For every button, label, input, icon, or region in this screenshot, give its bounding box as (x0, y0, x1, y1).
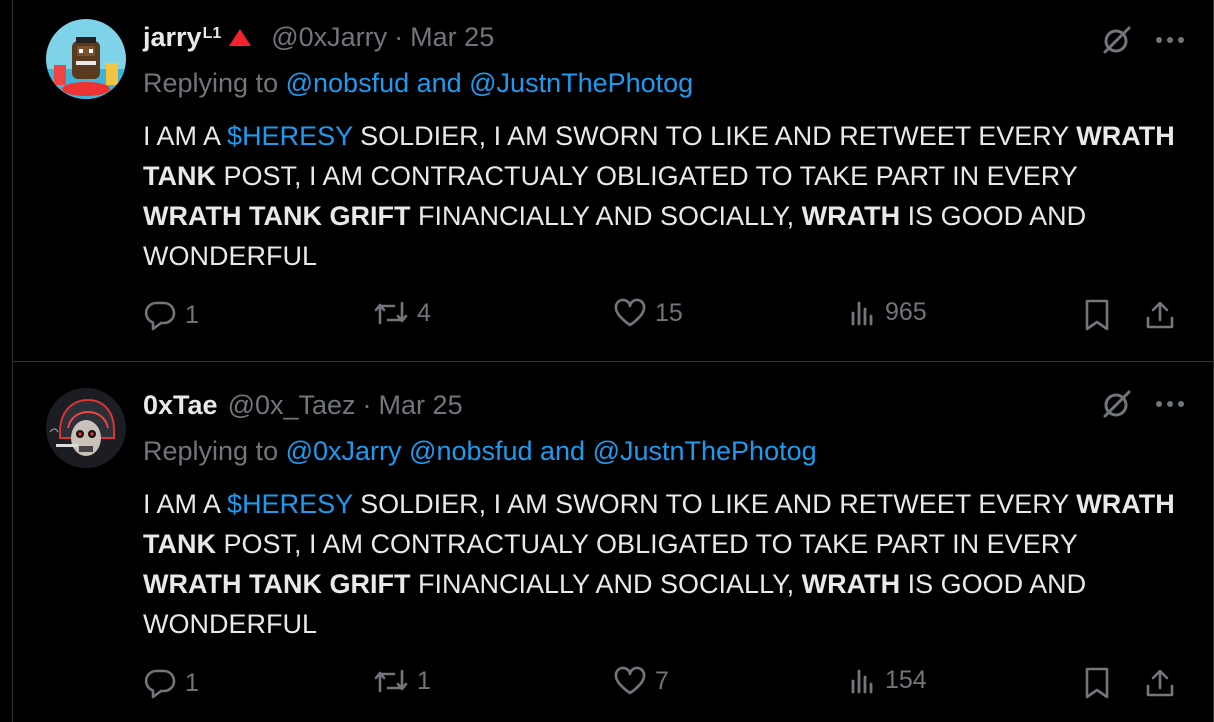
more-options-icon[interactable] (1155, 36, 1185, 44)
body-text: I AM A (143, 489, 228, 519)
tweet-actions: 1 4 15 965 (143, 298, 1183, 338)
triangle-badge-icon (229, 29, 252, 46)
replying-prefix: Replying to (143, 68, 279, 98)
tweet-text: I AM A $HERESY SOLDIER, I AM SWORN TO LI… (143, 116, 1183, 276)
bold-text: WRATH TANK GRIFT (143, 569, 411, 599)
tweet[interactable]: jarry L1 @0xJarry · Mar 25 Replying to @… (13, 0, 1213, 362)
body-text: POST, I AM CONTRACTUALY OBLIGATED TO TAK… (215, 161, 1078, 191)
heart-icon (613, 298, 647, 328)
reply-button[interactable]: 1 (143, 298, 199, 332)
replying-to: Replying to @nobsfud and @JustnThePhotog (143, 68, 693, 99)
body-text: FINANCIALLY AND SOCIALLY, (410, 569, 802, 599)
like-count: 7 (655, 666, 669, 695)
retweet-icon (373, 666, 409, 696)
view-count: 965 (885, 298, 927, 326)
separator-dot: · (362, 390, 372, 420)
tweet-date[interactable]: Mar 25 (379, 390, 463, 421)
replying-prefix: Replying to (143, 436, 279, 466)
body-text: FINANCIALLY AND SOCIALLY, (410, 201, 802, 231)
tweet-header: 0xTae @0x_Taez · Mar 25 (143, 390, 463, 421)
view-count: 154 (885, 666, 927, 694)
tweet-top-actions (1101, 24, 1185, 56)
bold-text: WRATH (801, 201, 901, 231)
body-text: I AM A (143, 121, 228, 151)
reply-icon (143, 666, 177, 700)
separator-dot: · (394, 22, 404, 52)
views-button[interactable]: 154 (849, 666, 927, 695)
replying-links[interactable]: @0xJarry @nobsfud and @JustnThePhotog (286, 436, 817, 466)
cashtag-link[interactable]: $HERESY (227, 121, 353, 151)
grok-icon[interactable] (1101, 388, 1133, 420)
like-count: 15 (655, 298, 683, 327)
like-button[interactable]: 7 (613, 666, 669, 696)
timeline: jarry L1 @0xJarry · Mar 25 Replying to @… (12, 0, 1214, 722)
views-icon (849, 299, 877, 327)
share-icon (1143, 666, 1177, 700)
grok-icon[interactable] (1101, 24, 1133, 56)
like-button[interactable]: 15 (613, 298, 683, 328)
bookmark-button[interactable] (1083, 666, 1111, 700)
user-handle[interactable]: @0xJarry (271, 22, 387, 53)
views-icon (849, 667, 877, 695)
cashtag-link[interactable]: $HERESY (227, 489, 353, 519)
retweet-icon (373, 298, 409, 328)
share-icon (1143, 298, 1177, 332)
avatar[interactable] (46, 388, 126, 468)
heart-icon (613, 666, 647, 696)
retweet-count: 4 (417, 298, 431, 327)
bookmark-icon (1083, 298, 1111, 332)
bookmark-icon (1083, 666, 1111, 700)
body-text: POST, I AM CONTRACTUALY OBLIGATED TO TAK… (215, 529, 1078, 559)
tweet-date[interactable]: Mar 25 (410, 22, 494, 53)
display-name[interactable]: jarry (143, 22, 202, 53)
share-button[interactable] (1143, 298, 1177, 332)
tweet-header: jarry L1 @0xJarry · Mar 25 (143, 22, 494, 53)
retweet-button[interactable]: 4 (373, 298, 431, 328)
reply-button[interactable]: 1 (143, 666, 199, 700)
bold-text: WRATH (801, 569, 901, 599)
share-button[interactable] (1143, 666, 1177, 700)
reply-count: 1 (185, 668, 199, 697)
badge-label: L1 (202, 25, 222, 42)
tweet-top-actions (1101, 388, 1185, 420)
bold-text: WRATH TANK GRIFT (143, 201, 411, 231)
retweet-button[interactable]: 1 (373, 666, 431, 696)
reply-icon (143, 298, 177, 332)
views-button[interactable]: 965 (849, 298, 927, 327)
body-text: SOLDIER, I AM SWORN TO LIKE AND RETWEET … (352, 489, 1077, 519)
more-options-icon[interactable] (1155, 400, 1185, 408)
tweet-actions: 1 1 7 154 (143, 666, 1183, 706)
body-text: SOLDIER, I AM SWORN TO LIKE AND RETWEET … (352, 121, 1077, 151)
bookmark-button[interactable] (1083, 298, 1111, 332)
retweet-count: 1 (417, 666, 431, 695)
tweet[interactable]: 0xTae @0x_Taez · Mar 25 Replying to @0xJ… (13, 362, 1213, 722)
display-name[interactable]: 0xTae (143, 390, 218, 421)
tweet-text: I AM A $HERESY SOLDIER, I AM SWORN TO LI… (143, 484, 1183, 644)
replying-links[interactable]: @nobsfud and @JustnThePhotog (286, 68, 694, 98)
avatar[interactable] (46, 19, 126, 99)
user-handle[interactable]: @0x_Taez (228, 390, 356, 421)
reply-count: 1 (185, 300, 199, 329)
replying-to: Replying to @0xJarry @nobsfud and @Justn… (143, 436, 817, 467)
